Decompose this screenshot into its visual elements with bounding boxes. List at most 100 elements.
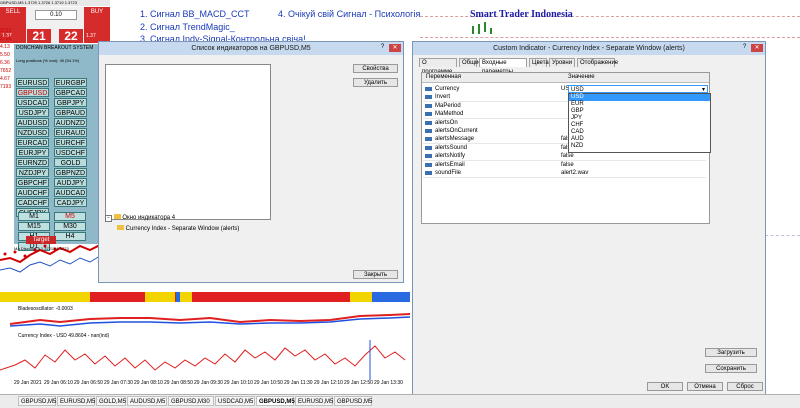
currency-option[interactable]: GBP [569, 108, 710, 115]
currency-index-plot [0, 340, 406, 380]
pair-button[interactable]: EURJPY [16, 148, 49, 157]
currency-option[interactable]: JPY [569, 115, 710, 122]
pair-button[interactable]: GBPNZD [54, 168, 87, 177]
load-button[interactable]: Загрузить [705, 348, 757, 357]
currency-option[interactable]: CAD [569, 129, 710, 136]
chart-tab[interactable]: USDCAD,M5 [215, 396, 255, 406]
tree-child-item[interactable]: Currency Index - Separate Window (alerts… [117, 225, 239, 232]
tree-expand-icon[interactable]: − [105, 215, 112, 222]
pair-button[interactable]: USDJPY [16, 108, 49, 117]
pair-button[interactable]: EURGBP [54, 78, 87, 87]
param-name: Currency [435, 86, 460, 92]
param-type-icon [425, 87, 432, 91]
delete-button[interactable]: Удалить [353, 78, 398, 87]
help-icon[interactable]: ? [378, 44, 387, 52]
pair-button[interactable]: CADCHF [16, 198, 49, 207]
param-row[interactable]: soundFile alert2.wav [423, 169, 706, 178]
close-button[interactable]: Закрыть [353, 270, 398, 279]
pair-button[interactable]: NZDJPY [16, 168, 49, 177]
tab-2[interactable]: Входные параметры [479, 58, 527, 75]
timeframe-button[interactable]: M30 [54, 222, 86, 231]
pair-button[interactable]: EURCAD [16, 138, 49, 147]
param-type-icon [425, 171, 432, 175]
pair-button[interactable]: EURNZD [16, 158, 49, 167]
pair-button[interactable]: GBPCHF [16, 178, 49, 187]
pair-button[interactable]: AUDNZD [54, 118, 87, 127]
pair-button[interactable]: NZDUSD [16, 128, 49, 137]
chart-tab[interactable]: GBPUSD,M5 [18, 396, 56, 406]
reset-button[interactable]: Сброс [727, 382, 763, 391]
params-table[interactable]: Переменная Значение Currency USD InvertMaP… [421, 72, 711, 224]
tab-3[interactable]: Цвета [529, 58, 549, 67]
currency-option[interactable]: AUD [569, 136, 710, 143]
ok-button[interactable]: OK [647, 382, 683, 391]
pair-button[interactable]: USDCAD [16, 98, 49, 107]
chart-tabs-bar: GBPUSD,M5 EURUSD,M5 GOLD,M5 AUDUSD,M5 GBPUSD… [0, 394, 800, 408]
tree-child-label: Currency Index - Separate Window (alerts… [125, 226, 240, 232]
pair-button[interactable]: EURCHF [54, 138, 87, 147]
currency-option[interactable]: USD [569, 94, 710, 101]
tab-5[interactable]: Отображение [577, 58, 618, 67]
buy-price-block[interactable]: 22 [59, 29, 83, 43]
pair-button[interactable]: GBPUSD [16, 88, 49, 97]
sell-price-big: 21 [32, 29, 46, 43]
indicators-tree[interactable] [105, 64, 271, 220]
sell-button[interactable]: SELL [0, 9, 26, 15]
timeframe-button[interactable]: M1 [18, 212, 50, 221]
tab-0[interactable]: О программе [419, 58, 457, 75]
chart-tab[interactable]: GBPUSD,M5 [256, 396, 295, 406]
tab-1[interactable]: Общие [459, 58, 482, 67]
custom-indicator-window[interactable]: Custom Indicator - Currency Index - Sepa… [412, 41, 766, 395]
currency-option[interactable]: NZD [569, 143, 710, 150]
ma-label: MA Discount 5 1.37213 1.3723 [14, 246, 69, 251]
chart-tab[interactable]: GBPUSD,M30 [168, 396, 214, 406]
pair-button[interactable]: GBPJPY [54, 98, 87, 107]
pair-button[interactable]: USDCHF [54, 148, 87, 157]
chart-tab[interactable]: GBPUSD,M5 [334, 396, 372, 406]
tree-root-item[interactable]: − Окно индикатора 4 [105, 214, 175, 222]
sell-price-block[interactable]: 21 [27, 29, 51, 43]
properties-button[interactable]: Свойства [353, 64, 398, 73]
pair-button[interactable]: CADJPY [54, 198, 87, 207]
pair-button[interactable]: GBPAUD [54, 108, 87, 117]
pair-button[interactable]: EURUSD [16, 78, 49, 87]
currency-option[interactable]: EUR [569, 101, 710, 108]
pair-button[interactable]: GOLD [54, 158, 87, 167]
cancel-button[interactable]: Отмена [687, 382, 723, 391]
time-label: 29 Jan 11:30 [284, 380, 313, 386]
currency-select[interactable]: USD ▾ [568, 85, 708, 93]
folder-icon [113, 214, 121, 219]
indicators-list-window[interactable]: Список индикаторов на GBPUSD,M5 ? ✕ Свой… [98, 41, 404, 283]
param-value[interactable]: false [561, 161, 574, 169]
timeframe-button[interactable]: M5 [54, 212, 86, 221]
tree-root-label: Окно индикатора 4 [122, 215, 176, 221]
buy-button[interactable]: BUY [84, 9, 110, 15]
chart-tab[interactable]: AUDUSD,M5 [127, 396, 167, 406]
param-value[interactable]: alert2.wav [561, 169, 588, 177]
pair-button[interactable]: AUDUSD [16, 118, 49, 127]
param-name: Invert [435, 94, 451, 101]
lot-size-input[interactable]: 0.10 [35, 10, 77, 20]
timeframe-button[interactable]: M15 [18, 222, 50, 231]
param-type-icon [425, 137, 432, 142]
buy-block[interactable]: BUY 1.37 [84, 7, 110, 43]
time-label: 29 Jan 13:30 [374, 380, 403, 386]
tab-4[interactable]: Уровни [549, 58, 575, 67]
currency-option[interactable]: CHF [569, 122, 710, 129]
param-value[interactable]: false [561, 152, 574, 160]
time-label: 29 Jan 10:10 [224, 380, 253, 386]
pair-button[interactable]: EURAUD [54, 128, 87, 137]
pair-button[interactable]: AUDJPY [54, 178, 87, 187]
close-icon[interactable]: ✕ [389, 44, 401, 52]
chart-tab[interactable]: EURUSD,M5 [57, 396, 95, 406]
chart-tab[interactable]: EURUSD,M5 [295, 396, 333, 406]
pair-button[interactable]: AUDCAD [54, 188, 87, 197]
pair-button[interactable]: GBPCAD [54, 88, 87, 97]
param-name: alertsOn [435, 119, 458, 126]
chart-tab[interactable]: GOLD,M5 [96, 396, 126, 406]
time-label: 29 Jan 09:30 [194, 380, 223, 386]
pair-button[interactable]: AUDCHF [16, 188, 49, 197]
save-button[interactable]: Сохранить [705, 364, 757, 373]
param-name: soundFile [435, 170, 462, 176]
currency-dropdown-list[interactable]: USD EUR GBP JPY CHF CAD AUD NZD [568, 93, 711, 153]
